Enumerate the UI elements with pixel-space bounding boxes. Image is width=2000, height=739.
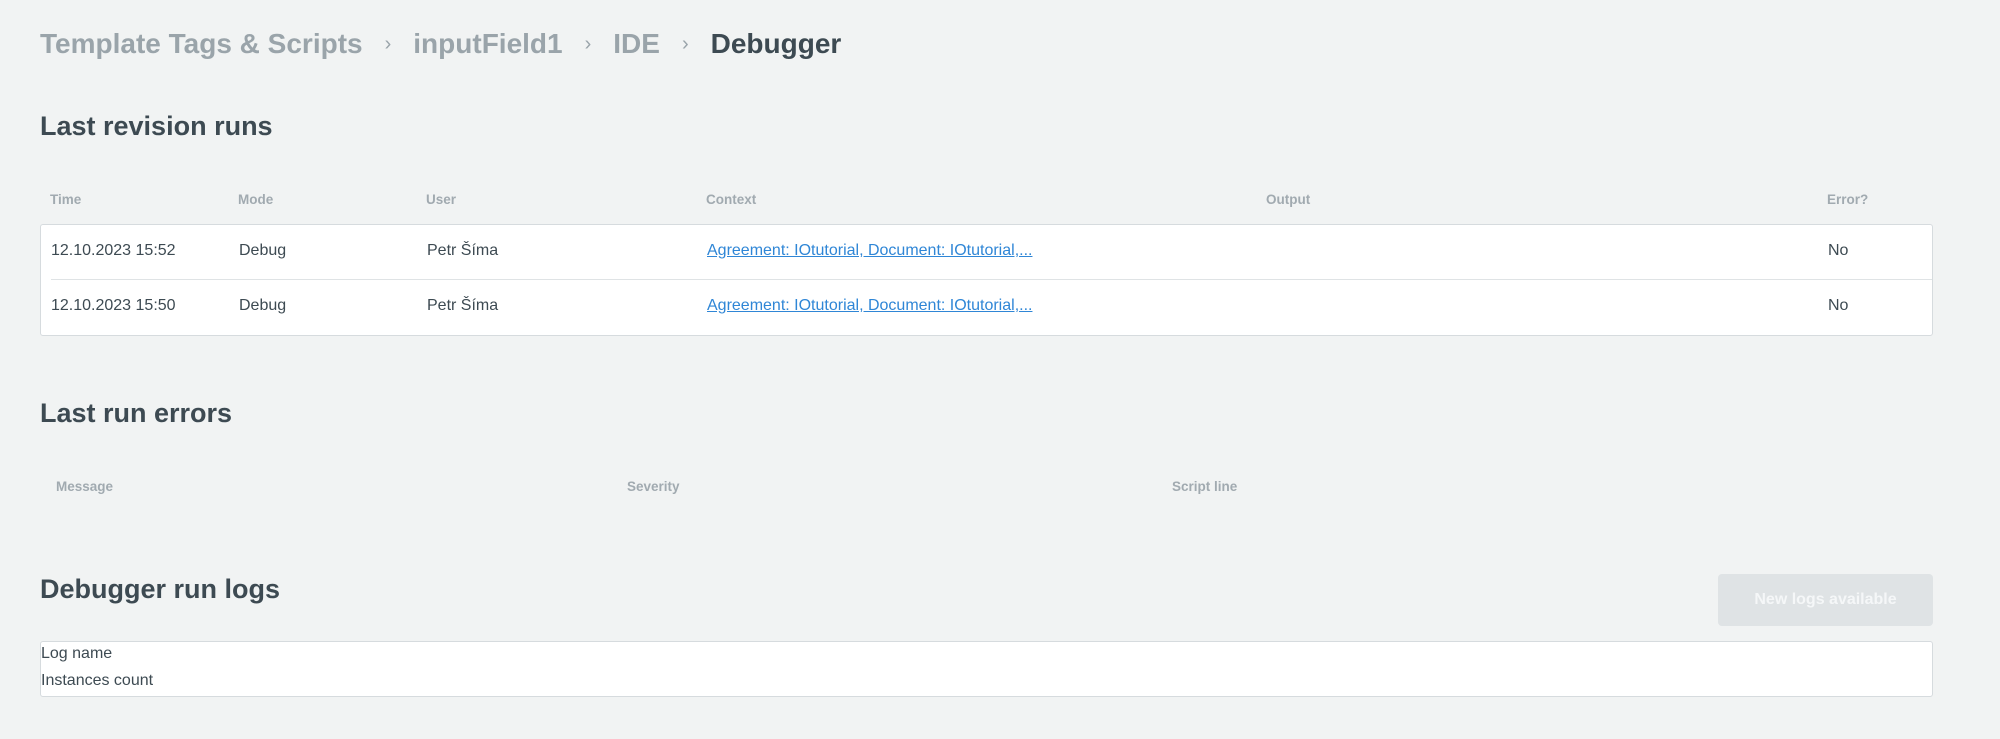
column-header-context[interactable]: Context <box>706 192 756 207</box>
run-logs-panel: Log name Instances count <box>40 641 1933 697</box>
cell-user: Petr Šíma <box>427 297 499 314</box>
revision-runs-heading: Last revision runs <box>40 111 273 141</box>
new-logs-available-button[interactable]: New logs available <box>1718 574 1933 626</box>
run-errors-heading: Last run errors <box>40 398 233 428</box>
context-link[interactable]: Agreement: IOtutorial, Document: IOtutor… <box>707 297 1032 314</box>
chevron-right-icon: › <box>584 32 592 55</box>
breadcrumb-item-ide[interactable]: IDE <box>613 28 660 60</box>
breadcrumb: Template Tags & Scripts › inputField1 › … <box>40 24 841 64</box>
cell-error: No <box>1828 242 1849 259</box>
log-name-label: Log name <box>41 645 113 662</box>
table-row[interactable]: 12.10.2023 15:50 Debug Petr Šíma Agreeme… <box>41 280 1932 334</box>
cell-mode: Debug <box>239 297 287 314</box>
chevron-right-icon: › <box>384 32 392 55</box>
run-errors-header: Message Severity Script line <box>40 479 1933 499</box>
cell-time: 12.10.2023 15:50 <box>51 297 176 314</box>
column-header-script-line[interactable]: Script line <box>1172 479 1237 494</box>
column-header-message[interactable]: Message <box>56 479 113 494</box>
chevron-right-icon: › <box>681 32 689 55</box>
breadcrumb-current-page: Debugger <box>710 28 842 59</box>
column-header-time[interactable]: Time <box>50 192 81 207</box>
run-logs-heading: Debugger run logs <box>40 574 281 604</box>
revision-runs-table: 12.10.2023 15:52 Debug Petr Šíma Agreeme… <box>40 224 1933 336</box>
table-row[interactable]: 12.10.2023 15:52 Debug Petr Šíma Agreeme… <box>41 225 1932 280</box>
column-header-mode[interactable]: Mode <box>238 192 273 207</box>
breadcrumb-item-inputfield[interactable]: inputField1 <box>413 28 562 60</box>
column-header-severity[interactable]: Severity <box>627 479 680 494</box>
cell-mode: Debug <box>239 242 287 259</box>
cell-user: Petr Šíma <box>427 242 499 259</box>
context-link[interactable]: Agreement: IOtutorial, Document: IOtutor… <box>707 242 1032 259</box>
column-header-error[interactable]: Error? <box>1827 192 1868 207</box>
breadcrumb-item-template-tags[interactable]: Template Tags & Scripts <box>40 28 363 60</box>
column-header-output[interactable]: Output <box>1266 192 1310 207</box>
revision-runs-header: Time Mode User Context Output Error? <box>40 192 1933 212</box>
instances-count-label: Instances count <box>41 672 154 689</box>
column-header-user[interactable]: User <box>426 192 456 207</box>
cell-error: No <box>1828 297 1849 314</box>
cell-time: 12.10.2023 15:52 <box>51 242 176 259</box>
